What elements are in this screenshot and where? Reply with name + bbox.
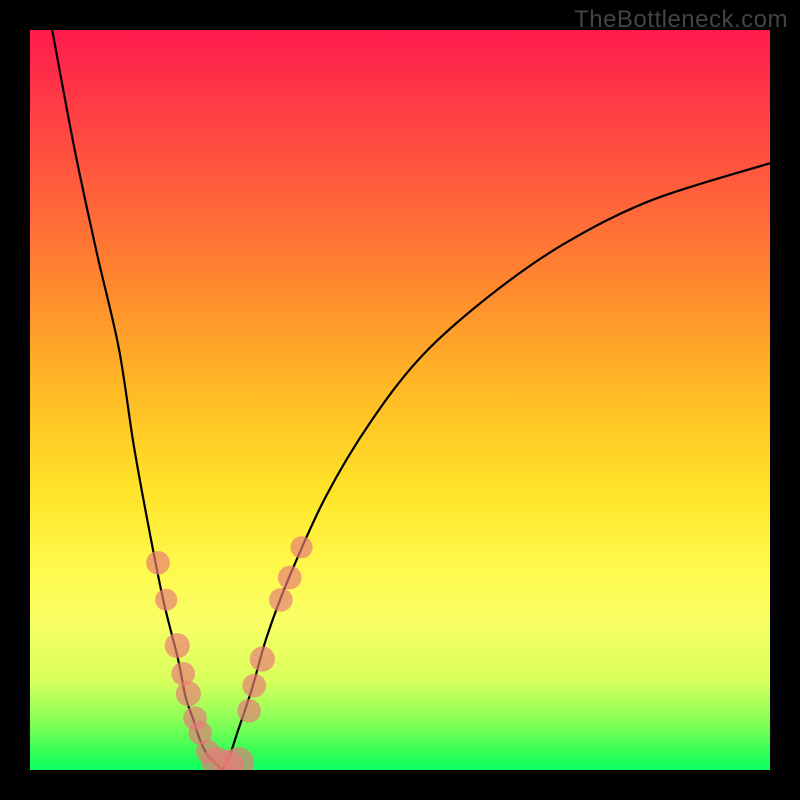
data-dot — [278, 566, 302, 590]
data-dot — [146, 551, 170, 575]
data-dot — [237, 699, 261, 723]
data-dot — [155, 589, 177, 611]
data-dot — [290, 536, 312, 558]
watermark-text: TheBottleneck.com — [574, 6, 788, 34]
data-dots — [146, 536, 312, 770]
data-dot — [242, 674, 266, 698]
chart-frame: TheBottleneck.com — [0, 0, 800, 800]
data-dot — [165, 633, 190, 658]
left-curve — [52, 30, 222, 770]
data-dot — [269, 588, 293, 612]
chart-svg — [30, 30, 770, 770]
data-dot — [250, 646, 275, 671]
chart-plot-area — [30, 30, 770, 770]
right-curve — [222, 163, 770, 770]
data-dot — [176, 681, 201, 706]
